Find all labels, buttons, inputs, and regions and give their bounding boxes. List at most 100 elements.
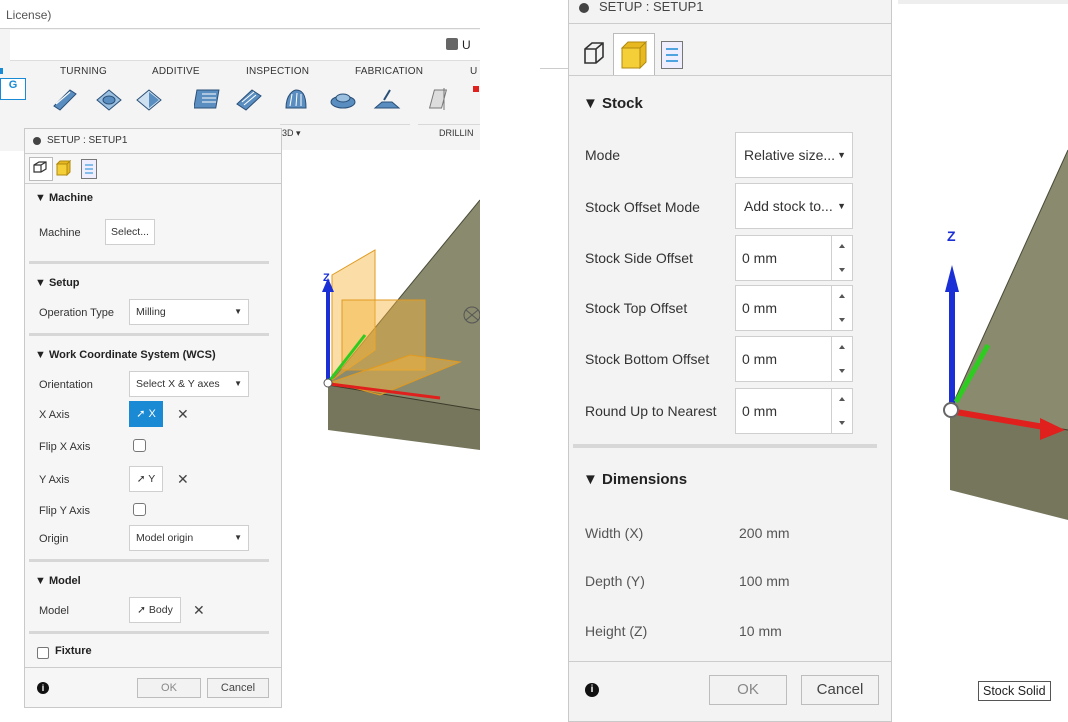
machine-select-button[interactable]: Select...: [105, 219, 155, 245]
cursor-icon: ➚: [136, 473, 146, 485]
stepper-icon[interactable]: [831, 389, 852, 433]
stock-bottom-offset-label: Stock Bottom Offset: [585, 351, 710, 367]
tab-stock[interactable]: [55, 159, 72, 177]
section-divider: [29, 261, 269, 264]
clear-y-axis-icon[interactable]: ✕: [177, 471, 189, 488]
y-axis-selector[interactable]: ➚ Y: [129, 466, 163, 492]
model-selector[interactable]: ➚ Body: [129, 597, 181, 623]
z-axis-label: Z: [947, 228, 956, 244]
stock-bottom-offset-field[interactable]: 0 mm: [735, 336, 853, 382]
cancel-button[interactable]: Cancel: [207, 678, 269, 698]
group-separator-3d: [280, 124, 410, 125]
tab-post-process[interactable]: [661, 41, 683, 69]
operation-type-dropdown[interactable]: Milling ▼: [129, 299, 249, 325]
mode-dropdown[interactable]: Relative size... ▼: [735, 132, 853, 178]
wcs-section-title: Work Coordinate System (WCS): [48, 349, 216, 361]
y-axis-value: Y: [148, 473, 156, 485]
tab-fabrication[interactable]: FABRICATION: [355, 66, 423, 77]
inspect-surface-icon[interactable]: [194, 84, 224, 114]
origin-dropdown[interactable]: Model origin ▼: [129, 525, 249, 551]
tab-setup[interactable]: [29, 157, 53, 181]
clear-x-axis-icon[interactable]: ✕: [177, 406, 189, 423]
ok-button[interactable]: OK: [137, 678, 201, 698]
section-divider: [29, 333, 269, 336]
tabs-divider: [569, 75, 891, 76]
tab-stock[interactable]: [613, 33, 655, 76]
setup-tab-icon: [584, 42, 604, 64]
fabrication-nest-icon[interactable]: [372, 84, 402, 114]
fixture-section-title: Fixture: [55, 645, 92, 657]
stock-top-offset-label: Stock Top Offset: [585, 300, 688, 316]
wcs-section-header[interactable]: ▼ Work Coordinate System (WCS): [35, 349, 216, 361]
tab-post-process[interactable]: [81, 159, 97, 179]
stepper-icon[interactable]: [831, 236, 852, 280]
dialog-title: SETUP : SETUP1: [599, 0, 704, 14]
machine-label: Machine: [39, 227, 81, 239]
turning-profile-icon[interactable]: [134, 84, 164, 114]
group-label-drilling[interactable]: DRILLIN: [439, 128, 474, 138]
flip-y-axis-label: Flip Y Axis: [39, 505, 90, 517]
manual-inspection-icon[interactable]: [280, 84, 310, 114]
stock-side-offset-field[interactable]: 0 mm: [735, 235, 853, 281]
info-icon[interactable]: i: [585, 683, 599, 697]
model-section-header[interactable]: ▼ Model: [35, 575, 81, 587]
cancel-button[interactable]: Cancel: [801, 675, 879, 705]
dialog-collapse-icon[interactable]: [33, 137, 41, 145]
mode-label: Mode: [585, 147, 621, 163]
section-divider: [573, 444, 877, 448]
stock-top-offset-field[interactable]: 0 mm: [735, 285, 853, 331]
origin-value: Model origin: [136, 532, 194, 544]
mode-value: Relative size...: [744, 147, 836, 163]
fixture-checkbox[interactable]: [37, 647, 49, 659]
flip-y-axis-checkbox[interactable]: [133, 503, 146, 516]
flip-x-axis-checkbox[interactable]: [133, 439, 146, 452]
ok-button[interactable]: OK: [709, 675, 787, 705]
model-label: Model: [39, 605, 69, 617]
title-divider: [569, 23, 891, 24]
fabrication-profile-icon[interactable]: [328, 84, 358, 114]
width-label: Width (X): [585, 525, 644, 541]
tab-turning[interactable]: TURNING: [60, 66, 107, 77]
account-icon[interactable]: [446, 38, 458, 50]
origin-label: Origin: [39, 533, 69, 545]
stepper-icon[interactable]: [831, 286, 852, 330]
inspect-probe-icon[interactable]: [234, 84, 264, 114]
stock-bottom-offset-value: 0 mm: [742, 351, 777, 367]
orientation-label: Orientation: [39, 379, 93, 391]
orientation-dropdown[interactable]: Select X & Y axes ▼: [129, 371, 249, 397]
drilling-icon[interactable]: [428, 84, 458, 114]
stock-offset-mode-label: Stock Offset Mode: [585, 199, 700, 215]
setup-section-title: Setup: [48, 277, 80, 289]
machine-section-title: Machine: [48, 192, 93, 204]
stock-offset-mode-dropdown[interactable]: Add stock to... ▼: [735, 183, 853, 229]
dialog-collapse-icon[interactable]: [579, 3, 589, 13]
account-label: U: [462, 38, 471, 52]
x-axis-selector[interactable]: ➚ X: [129, 401, 163, 427]
tab-inspection[interactable]: INSPECTION: [246, 66, 309, 77]
footer-divider: [569, 661, 891, 662]
stock-side-offset-label: Stock Side Offset: [585, 250, 693, 266]
dimensions-section-header[interactable]: ▼ Dimensions: [583, 471, 687, 488]
tab-setup[interactable]: [579, 37, 609, 71]
round-up-value: 0 mm: [742, 403, 777, 419]
cursor-icon: ➚: [137, 604, 146, 616]
stepper-icon[interactable]: [831, 337, 852, 381]
group-label-3d[interactable]: 3D ▾: [282, 128, 301, 139]
stock-solid-tooltip: Stock Solid: [978, 681, 1051, 701]
canvas-viewport[interactable]: [890, 0, 1068, 722]
setup-section-header[interactable]: ▼ Setup: [35, 277, 80, 289]
setup-group-button[interactable]: G: [0, 78, 26, 100]
clear-model-icon[interactable]: ✕: [193, 602, 205, 619]
canvas-viewport[interactable]: [280, 150, 480, 722]
tab-utilities[interactable]: U: [470, 66, 477, 77]
tab-additive[interactable]: ADDITIVE: [152, 66, 200, 77]
turning-face-icon[interactable]: [50, 84, 80, 114]
stock-section-title: Stock: [602, 95, 643, 112]
machine-section-header[interactable]: ▼ Machine: [35, 192, 93, 204]
info-icon[interactable]: i: [37, 682, 49, 694]
round-up-field[interactable]: 0 mm: [735, 388, 853, 434]
stock-side-offset-value: 0 mm: [742, 250, 777, 266]
footer-divider: [25, 667, 281, 668]
turning-groove-icon[interactable]: [94, 84, 124, 114]
stock-section-header[interactable]: ▼ Stock: [583, 95, 643, 112]
